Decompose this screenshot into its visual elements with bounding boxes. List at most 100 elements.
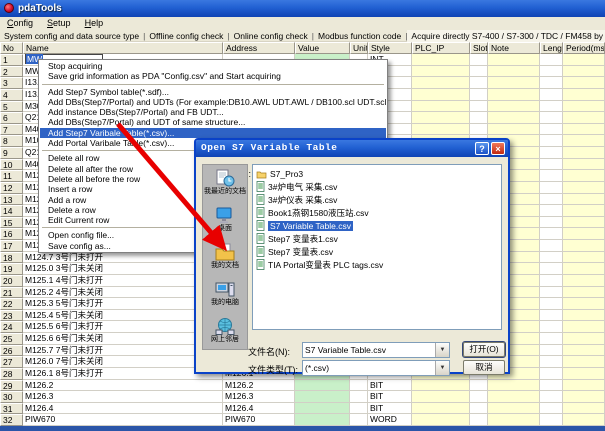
cell-note[interactable] (488, 124, 540, 136)
menu-item[interactable]: Add DBs(Step7/Portal) and UDT of same st… (40, 117, 386, 127)
dialog-title-bar[interactable]: Open S7 Variable Table (196, 140, 508, 157)
file-item[interactable]: Book1燕钢1580液压站.csv (253, 206, 501, 219)
cell-no[interactable]: 16 (0, 228, 23, 240)
cell-plc_ip[interactable] (412, 89, 470, 101)
cell-length[interactable] (540, 380, 563, 392)
cell-name[interactable]: M126.1 8号门未打开 (23, 368, 223, 380)
cell-note[interactable] (488, 77, 540, 89)
column-header-no[interactable]: No (0, 42, 23, 54)
cell-no[interactable]: 12 (0, 182, 23, 194)
menubar-item-help[interactable]: Help (78, 17, 111, 30)
cell-period[interactable] (563, 170, 605, 182)
cell-name[interactable]: M125.7 7号门未打开 (23, 345, 223, 357)
cell-period[interactable] (563, 310, 605, 322)
cell-no[interactable]: 17 (0, 240, 23, 252)
cell-unit[interactable] (350, 380, 368, 392)
open-button[interactable]: 打开(O) (463, 342, 505, 357)
cell-period[interactable] (563, 124, 605, 136)
cell-slot[interactable] (470, 54, 488, 66)
cell-no[interactable]: 29 (0, 380, 23, 392)
cell-slot[interactable] (470, 101, 488, 113)
file-item[interactable]: 3#炉仪表 采集.csv (253, 193, 501, 206)
cell-name[interactable]: M126.3 (23, 391, 223, 403)
cell-name[interactable]: M125.1 4号门未打开 (23, 275, 223, 287)
cell-no[interactable]: 8 (0, 135, 23, 147)
cell-no[interactable]: 20 (0, 275, 23, 287)
cell-no[interactable]: 21 (0, 287, 23, 299)
cell-period[interactable] (563, 228, 605, 240)
cell-length[interactable] (540, 240, 563, 252)
file-item[interactable]: Step7 变量表.csv (253, 245, 501, 258)
cell-no[interactable]: 28 (0, 368, 23, 380)
menu-item[interactable]: Save grid information as PDA "Config.csv… (40, 71, 386, 81)
cell-length[interactable] (540, 252, 563, 264)
cell-name[interactable]: M125.5 6号门未打开 (23, 321, 223, 333)
cell-length[interactable] (540, 275, 563, 287)
place-network-places[interactable]: 网上邻居 (203, 317, 247, 350)
cell-note[interactable] (488, 101, 540, 113)
cell-address[interactable]: M126.2 (223, 380, 295, 392)
cell-length[interactable] (540, 356, 563, 368)
cell-name[interactable]: PIW670 (23, 414, 223, 426)
cell-period[interactable] (563, 159, 605, 171)
tab-1[interactable]: System config and data source type (0, 30, 143, 42)
file-name-combobox[interactable]: S7 Variable Table.csv ▼ (302, 342, 450, 358)
cell-period[interactable] (563, 333, 605, 345)
column-header-plc_ip[interactable]: PLC_IP (412, 42, 470, 54)
cell-period[interactable] (563, 263, 605, 275)
cell-style[interactable]: BIT (368, 380, 412, 392)
cell-no[interactable]: 2 (0, 66, 23, 78)
cell-no[interactable]: 11 (0, 170, 23, 182)
cell-note[interactable] (488, 54, 540, 66)
cell-slot[interactable] (470, 380, 488, 392)
cell-length[interactable] (540, 77, 563, 89)
menu-item[interactable]: Add Step7 Symbol table(*.sdf)... (40, 87, 386, 97)
column-header-unit[interactable]: Unit (350, 42, 368, 54)
cell-period[interactable] (563, 345, 605, 357)
cell-no[interactable]: 27 (0, 356, 23, 368)
cell-unit[interactable] (350, 414, 368, 426)
cell-period[interactable] (563, 101, 605, 113)
cell-period[interactable] (563, 321, 605, 333)
cell-no[interactable]: 32 (0, 414, 23, 426)
cell-slot[interactable] (470, 77, 488, 89)
cell-length[interactable] (540, 182, 563, 194)
cell-no[interactable]: 31 (0, 403, 23, 415)
cell-period[interactable] (563, 356, 605, 368)
cell-name[interactable]: M125.6 6号门未关闭 (23, 333, 223, 345)
cell-name[interactable]: M124.7 3号门未打开 (23, 252, 223, 264)
cell-slot[interactable] (470, 124, 488, 136)
cell-name[interactable]: M126.2 (23, 380, 223, 392)
cell-note[interactable] (488, 112, 540, 124)
dialog-help-button[interactable]: ? (475, 142, 489, 155)
cell-name[interactable]: M125.0 3号门未关闭 (23, 263, 223, 275)
cell-length[interactable] (540, 287, 563, 299)
table-row[interactable]: 29M126.2M126.2BIT (0, 380, 605, 392)
column-header-note[interactable]: Note (488, 42, 540, 54)
dropdown-arrow-icon[interactable]: ▼ (435, 343, 449, 357)
cell-no[interactable]: 14 (0, 205, 23, 217)
cell-note[interactable] (488, 66, 540, 78)
cell-length[interactable] (540, 54, 563, 66)
place-recent-documents[interactable]: 我最近的文档 (203, 169, 247, 202)
cell-slot[interactable] (470, 89, 488, 101)
cell-period[interactable] (563, 391, 605, 403)
cell-value[interactable] (295, 380, 350, 392)
cell-note[interactable] (488, 391, 540, 403)
menu-item[interactable]: Add instance DBs(Step7/Portal) and FB UD… (40, 107, 386, 117)
cell-period[interactable] (563, 217, 605, 229)
cell-plc_ip[interactable] (412, 54, 470, 66)
file-item[interactable]: S7_Pro3 (253, 167, 501, 180)
cell-slot[interactable] (470, 414, 488, 426)
file-item[interactable]: Step7 变量表1.csv (253, 232, 501, 245)
cell-note[interactable] (488, 89, 540, 101)
dialog-close-button[interactable]: × (491, 142, 505, 155)
cell-plc_ip[interactable] (412, 124, 470, 136)
column-header-address[interactable]: Address (223, 42, 295, 54)
cell-no[interactable]: 9 (0, 147, 23, 159)
cell-address[interactable]: PIW670 (223, 414, 295, 426)
menubar-item-setup[interactable]: Setup (40, 17, 78, 30)
cell-period[interactable] (563, 54, 605, 66)
cell-period[interactable] (563, 194, 605, 206)
column-header-value[interactable]: Value (295, 42, 350, 54)
